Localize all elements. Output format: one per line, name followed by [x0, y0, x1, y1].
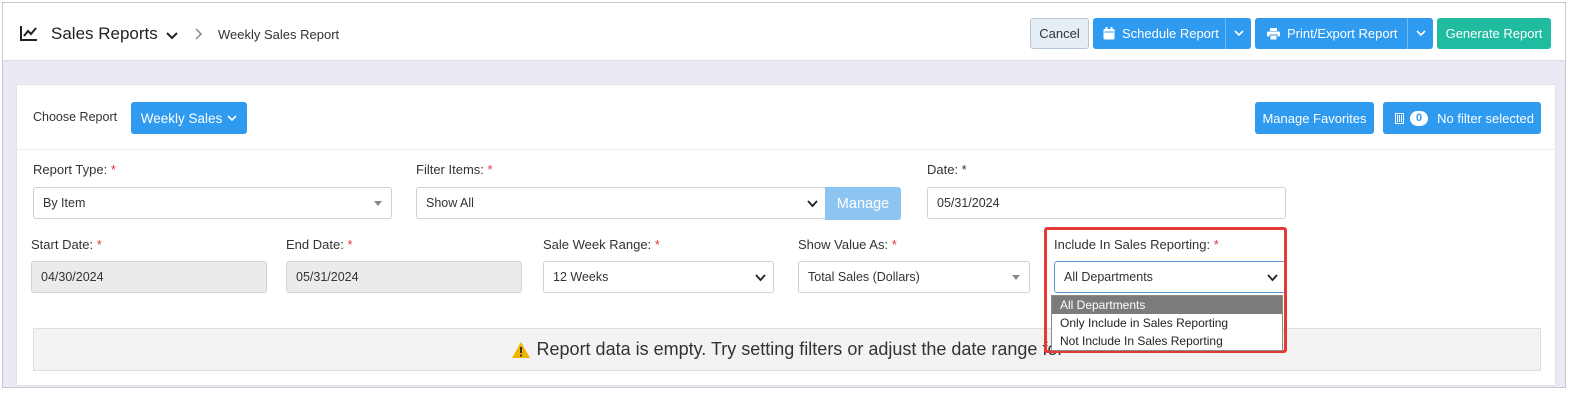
cancel-button[interactable]: Cancel — [1030, 18, 1089, 49]
required-marker: * — [487, 162, 493, 177]
end-date-label-text: End Date: — [286, 237, 344, 252]
manage-filter-label: Manage — [836, 195, 890, 212]
filter-count-badge: 0 — [1410, 110, 1429, 126]
show-value-as-select[interactable]: Total Sales (Dollars) — [798, 261, 1030, 293]
required-marker: * — [110, 162, 116, 177]
filter-status-label: No filter selected — [1437, 110, 1534, 126]
generate-label: Generate Report — [1445, 26, 1543, 41]
manage-favorites-button[interactable]: Manage Favorites — [1255, 102, 1374, 134]
sale-week-range-label-text: Sale Week Range: — [543, 237, 652, 252]
filter-items-select[interactable]: Show All — [416, 187, 826, 219]
report-type-select[interactable]: By Item — [33, 187, 392, 219]
chevron-down-icon — [1233, 30, 1244, 37]
app-frame: Sales Reports Weekly Sales Report Cancel… — [2, 2, 1566, 388]
manage-filter-button[interactable]: Manage — [825, 187, 901, 220]
schedule-report-button[interactable]: Schedule Report — [1093, 18, 1251, 49]
start-date-label-text: Start Date: — [31, 237, 94, 252]
card-header: Choose Report Weekly Sales Manage Favori… — [17, 85, 1555, 150]
choose-report-label: Choose Report — [33, 110, 118, 124]
required-marker: * — [347, 237, 353, 252]
calendar-icon — [1103, 27, 1115, 40]
app-title[interactable]: Sales Reports — [51, 24, 158, 44]
top-bar: Sales Reports Weekly Sales Report Cancel… — [3, 3, 1565, 61]
report-type-label: Report Type: * — [33, 162, 116, 177]
chevron-right-icon — [195, 27, 203, 40]
filter-items-label: Filter Items: * — [416, 162, 493, 177]
empty-message-text: Report data is empty. Try setting filter… — [536, 339, 1064, 359]
printer-icon — [1267, 27, 1280, 40]
report-select-button[interactable]: Weekly Sales — [131, 102, 247, 134]
warning-icon — [511, 341, 531, 359]
include-in-sales-dropdown: All Departments Only Include in Sales Re… — [1051, 295, 1283, 351]
start-date-value: 04/30/2024 — [41, 270, 104, 284]
required-marker: * — [891, 237, 897, 252]
breadcrumb: Weekly Sales Report — [218, 27, 340, 42]
date-value: 05/31/2024 — [937, 196, 1000, 210]
report-select-label: Weekly Sales — [140, 110, 223, 126]
show-value-as-value: Total Sales (Dollars) — [808, 270, 920, 284]
print-dropdown-toggle[interactable] — [1407, 18, 1433, 49]
print-export-button[interactable]: Print/Export Report — [1255, 18, 1433, 49]
sale-week-range-label: Sale Week Range: * — [543, 237, 660, 252]
end-date-label: End Date: * — [286, 237, 353, 252]
chevron-down-icon[interactable] — [166, 28, 178, 40]
chevron-down-icon — [227, 114, 237, 121]
schedule-dropdown-toggle[interactable] — [1225, 18, 1251, 49]
start-date-label: Start Date: * — [31, 237, 102, 252]
chevron-down-icon — [755, 274, 766, 282]
dropdown-option[interactable]: All Departments — [1052, 296, 1282, 314]
date-input[interactable]: 05/31/2024 — [927, 187, 1286, 219]
required-marker: * — [654, 237, 660, 252]
chevron-down-icon — [1415, 30, 1426, 37]
print-label: Print/Export Report — [1287, 26, 1398, 41]
empty-report-message: Report data is empty. Try setting filter… — [33, 328, 1541, 371]
report-card: Choose Report Weekly Sales Manage Favori… — [16, 84, 1556, 386]
end-date-input: 05/31/2024 — [286, 261, 522, 293]
generate-report-button[interactable]: Generate Report — [1437, 18, 1551, 49]
filter-icon — [1395, 112, 1404, 124]
caret-down-icon — [1012, 275, 1020, 280]
end-date-value: 05/31/2024 — [296, 270, 359, 284]
schedule-label: Schedule Report — [1122, 26, 1219, 41]
sale-week-range-select[interactable]: 12 Weeks — [543, 261, 774, 293]
required-marker: * — [96, 237, 102, 252]
show-value-as-label-text: Show Value As: — [798, 237, 889, 252]
show-value-as-label: Show Value As: * — [798, 237, 897, 252]
dropdown-option[interactable]: Not Include In Sales Reporting — [1052, 332, 1282, 350]
caret-down-icon — [374, 201, 382, 206]
date-label: Date: * — [927, 162, 967, 177]
filter-items-label-text: Filter Items: — [416, 162, 484, 177]
chevron-down-icon — [807, 200, 818, 208]
manage-favorites-label: Manage Favorites — [1262, 110, 1367, 126]
filter-items-value: Show All — [426, 196, 474, 210]
start-date-input: 04/30/2024 — [31, 261, 267, 293]
cancel-label: Cancel — [1039, 26, 1080, 41]
sale-week-range-value: 12 Weeks — [553, 270, 609, 284]
chart-line-icon — [20, 25, 38, 41]
dropdown-option[interactable]: Only Include in Sales Reporting — [1052, 314, 1282, 332]
filter-button[interactable]: 0 No filter selected — [1383, 102, 1541, 134]
report-type-value: By Item — [43, 196, 86, 210]
report-type-label-text: Report Type: — [33, 162, 108, 177]
